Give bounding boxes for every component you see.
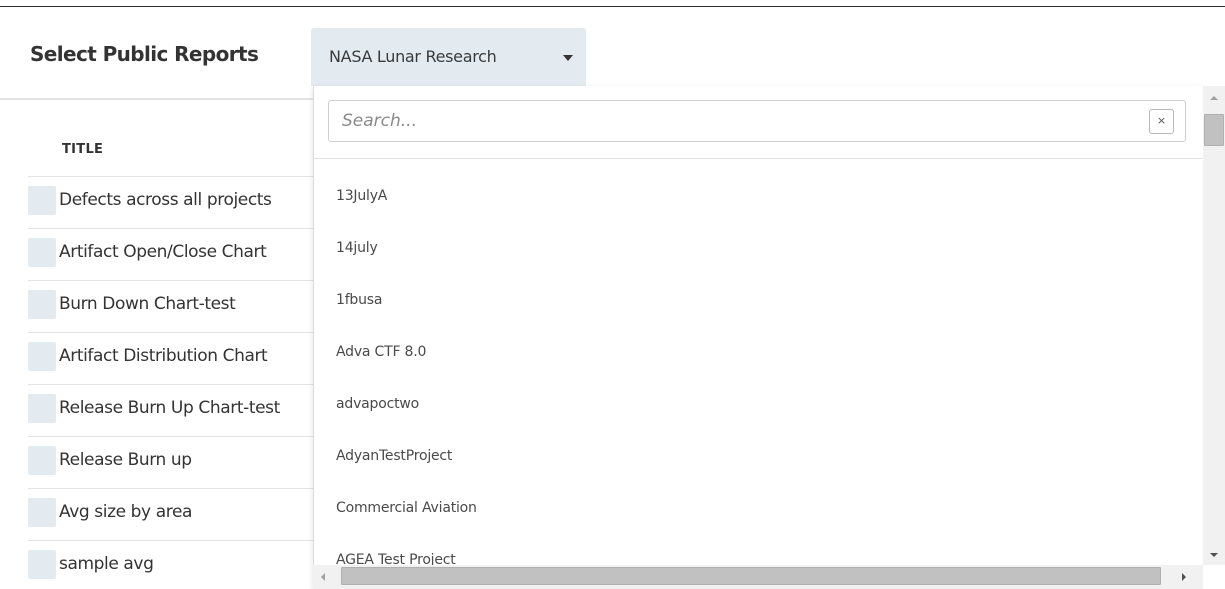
row-checkbox[interactable] [28,498,56,527]
search-input[interactable] [329,101,1149,141]
horizontal-scroll-thumb[interactable] [341,567,1161,585]
horizontal-scrollbar[interactable] [313,565,1203,589]
report-title[interactable]: Burn Down Chart-test [59,294,236,314]
project-dropdown-panel: × 13JulyA 14july 1fbusa Adva CTF 8.0 adv… [313,86,1203,589]
report-title[interactable]: Avg size by area [59,502,192,522]
report-title[interactable]: Artifact Distribution Chart [59,346,268,366]
scroll-left-icon[interactable] [321,573,325,581]
table-row: Artifact Open/Close Chart [28,228,313,280]
report-title[interactable]: sample avg [59,554,154,574]
column-header-title[interactable]: TITLE [62,142,103,157]
clear-search-button[interactable]: × [1149,109,1174,134]
scrollbar-corner [1203,565,1225,589]
row-checkbox[interactable] [28,290,56,319]
page-title: Select Public Reports [30,42,259,66]
project-option[interactable]: 14july [314,222,1202,274]
project-option[interactable]: 13JulyA [314,170,1202,222]
row-checkbox[interactable] [28,186,56,215]
caret-down-icon [563,55,573,61]
table-row: Avg size by area [28,488,313,540]
project-option[interactable]: Commercial Aviation [314,482,1202,534]
top-divider [0,6,1225,7]
project-option[interactable]: Adva CTF 8.0 [314,326,1202,378]
report-list: Defects across all projects Artifact Ope… [28,176,313,589]
scroll-down-icon[interactable] [1210,553,1218,557]
header-divider [0,98,313,100]
table-row: Release Burn Up Chart-test [28,384,313,436]
search-box: × [328,100,1186,142]
scroll-up-icon[interactable] [1210,96,1218,100]
vertical-scrollbar[interactable] [1203,86,1225,565]
table-row: Release Burn up [28,436,313,488]
table-row: sample avg [28,540,313,589]
project-option[interactable]: advapoctwo [314,378,1202,430]
project-selector-label: NASA Lunar Research [329,47,497,66]
table-row: Artifact Distribution Chart [28,332,313,384]
vertical-scroll-thumb[interactable] [1204,114,1224,146]
row-checkbox[interactable] [28,394,56,423]
table-row: Defects across all projects [28,176,313,228]
report-title[interactable]: Artifact Open/Close Chart [59,242,267,262]
report-title[interactable]: Release Burn up [59,450,192,470]
row-checkbox[interactable] [28,238,56,267]
row-checkbox[interactable] [28,342,56,371]
row-checkbox[interactable] [28,550,56,579]
project-option[interactable]: AdyanTestProject [314,430,1202,482]
project-selector-dropdown[interactable]: NASA Lunar Research [311,28,586,86]
row-checkbox[interactable] [28,446,56,475]
report-title[interactable]: Defects across all projects [59,190,272,210]
scroll-right-icon[interactable] [1182,573,1186,581]
table-row: Burn Down Chart-test [28,280,313,332]
report-title[interactable]: Release Burn Up Chart-test [59,398,280,418]
project-options-list: 13JulyA 14july 1fbusa Adva CTF 8.0 advap… [314,170,1202,586]
search-divider [314,158,1203,159]
project-option[interactable]: 1fbusa [314,274,1202,326]
